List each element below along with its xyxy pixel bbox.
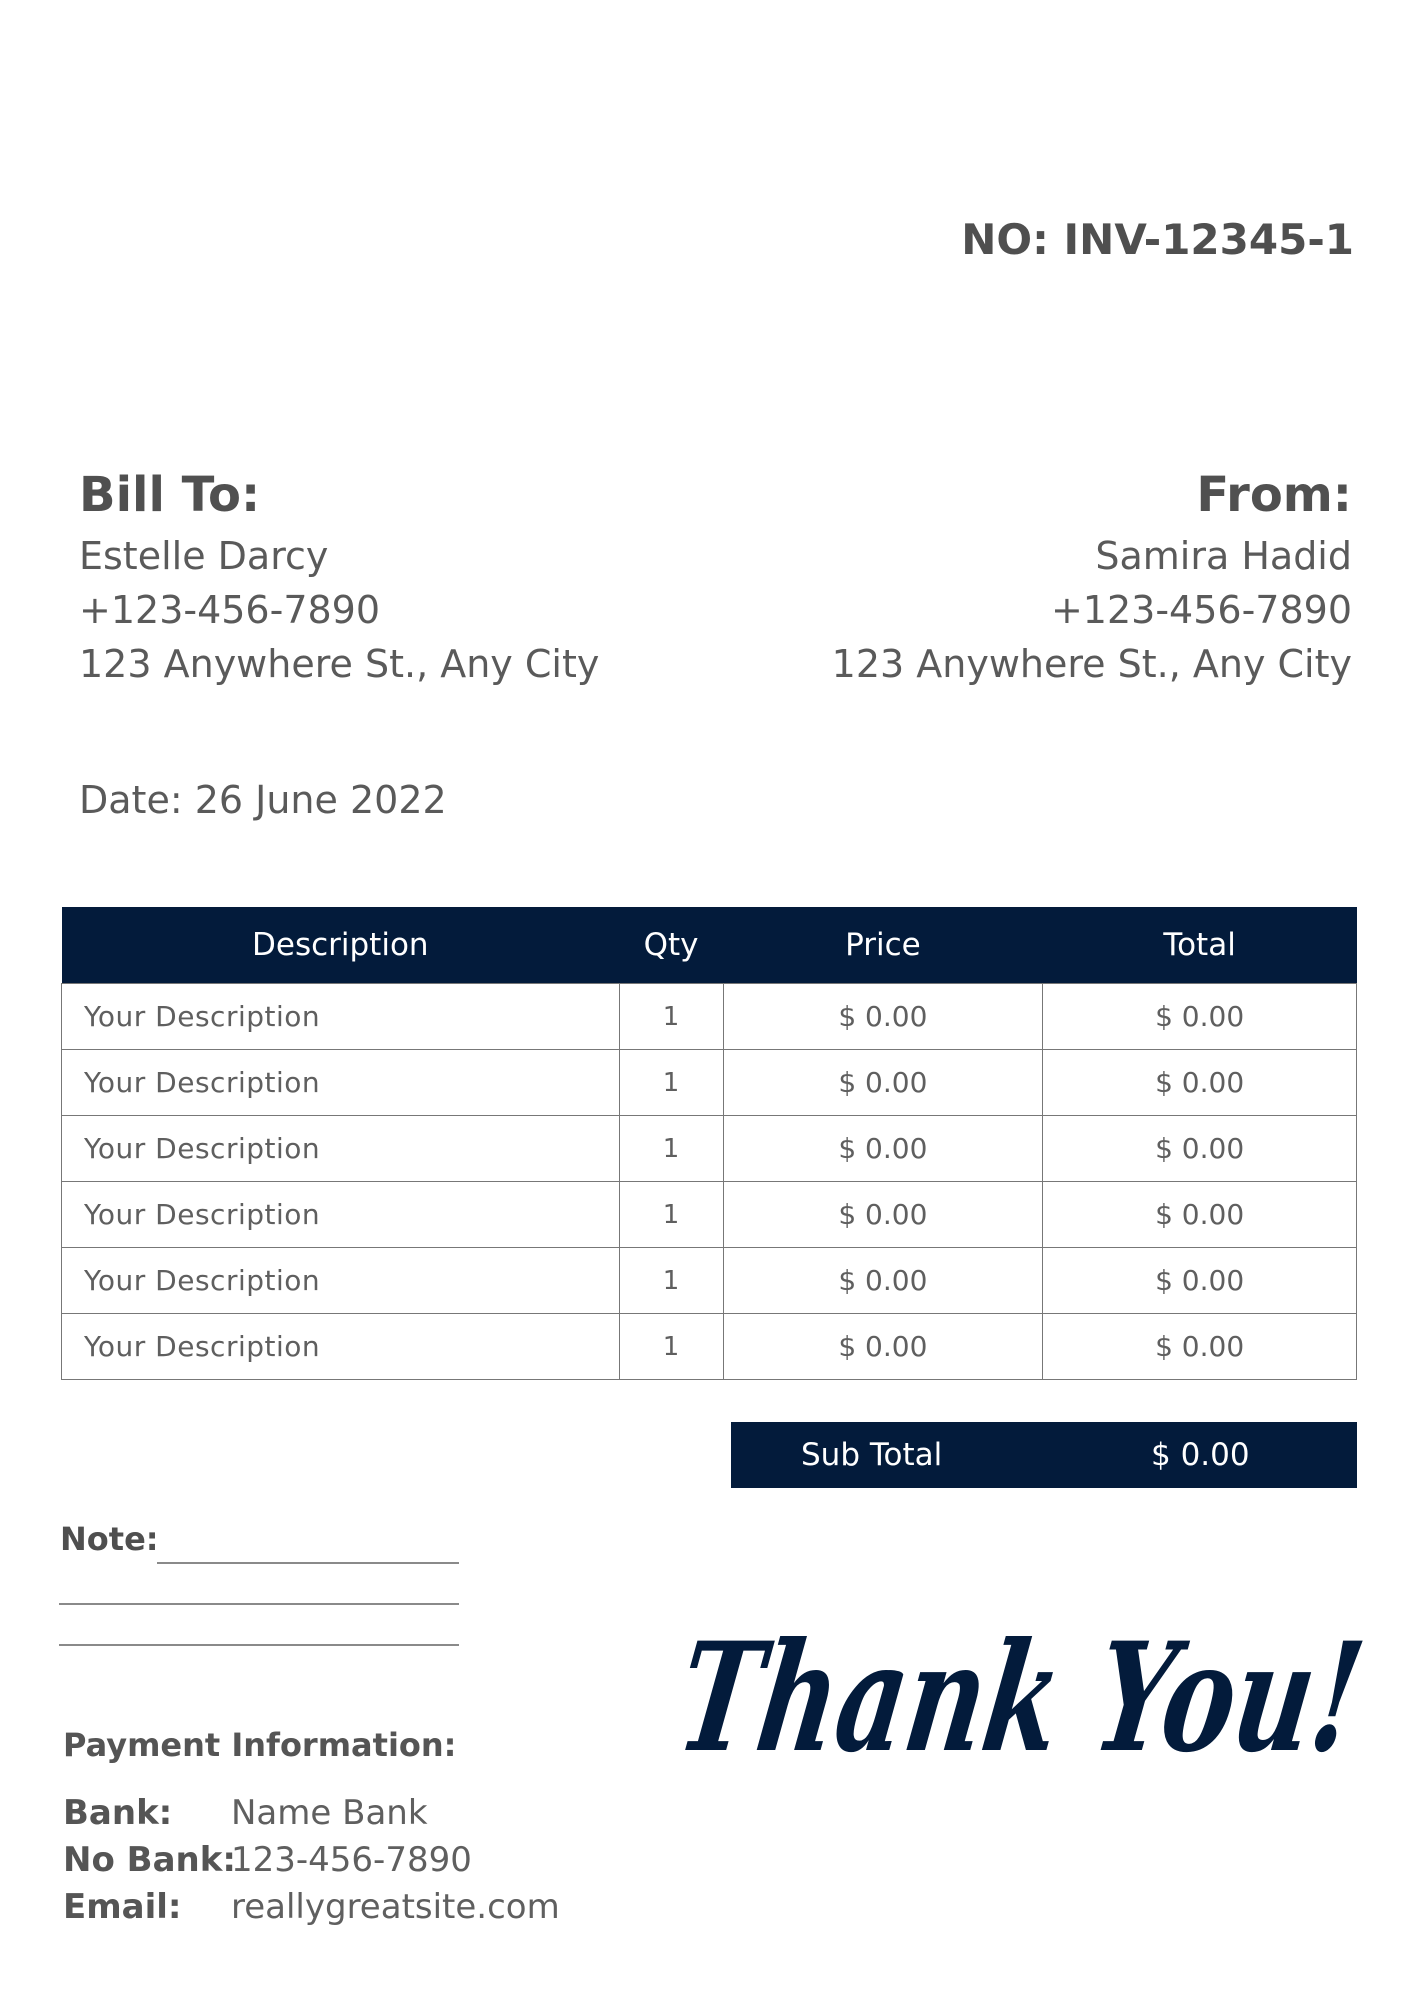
- row-qty: 1: [618, 1049, 724, 1116]
- table-row: Your Description 1 $ 0.00 $ 0.00: [61, 983, 1357, 1050]
- row-description: Your Description: [61, 1115, 620, 1182]
- payment-no-bank-row: No Bank:123-456-7890: [63, 1840, 472, 1880]
- row-description: Your Description: [61, 1247, 620, 1314]
- row-description: Your Description: [61, 1181, 620, 1248]
- note-line: [157, 1562, 459, 1564]
- row-price: $ 0.00: [722, 1181, 1044, 1248]
- note-line: [59, 1603, 459, 1605]
- from-phone: +123-456-7890: [1050, 588, 1352, 632]
- subtotal-bar: Sub Total $ 0.00: [731, 1422, 1357, 1488]
- bill-to-name: Estelle Darcy: [79, 534, 329, 578]
- note-line: [59, 1644, 459, 1646]
- row-total: $ 0.00: [1042, 1247, 1357, 1314]
- row-total: $ 0.00: [1042, 1115, 1357, 1182]
- header-description: Description: [61, 907, 620, 984]
- row-qty: 1: [618, 1313, 724, 1380]
- email-label: Email:: [63, 1887, 182, 1927]
- row-qty: 1: [618, 1115, 724, 1182]
- invoice-date: Date: 26 June 2022: [79, 778, 447, 822]
- invoice-number: NO: INV-12345-1: [961, 215, 1354, 264]
- from-heading: From:: [1196, 467, 1352, 523]
- header-price: Price: [723, 907, 1043, 984]
- bill-to-block: Bill To: Estelle Darcy +123-456-7890 123…: [79, 465, 599, 691]
- thank-you-script: Thank You!: [668, 1560, 1373, 1840]
- row-price: $ 0.00: [722, 983, 1044, 1050]
- table-row: Your Description 1 $ 0.00 $ 0.00: [61, 1181, 1357, 1248]
- payment-email-row: Email: reallygreatsite.com: [63, 1887, 560, 1927]
- no-bank-value: 123-456-7890: [231, 1840, 472, 1880]
- table-row: Your Description 1 $ 0.00 $ 0.00: [61, 1247, 1357, 1314]
- from-name: Samira Hadid: [1095, 534, 1352, 578]
- payment-bank-row: Bank: Name Bank: [63, 1793, 428, 1833]
- thank-you-text: Thank You!: [672, 1609, 1372, 1786]
- subtotal-value: $ 0.00: [1151, 1437, 1250, 1473]
- payment-info-title: Payment Information:: [63, 1726, 457, 1764]
- header-total: Total: [1042, 907, 1357, 984]
- row-total: $ 0.00: [1042, 983, 1357, 1050]
- table-row: Your Description 1 $ 0.00 $ 0.00: [61, 1115, 1357, 1182]
- subtotal-label: Sub Total: [801, 1437, 943, 1473]
- no-bank-label: No Bank:: [63, 1840, 236, 1880]
- bill-to-heading: Bill To:: [79, 467, 261, 523]
- row-qty: 1: [618, 1247, 724, 1314]
- table-header-row: Description Qty Price Total: [61, 907, 1357, 984]
- bill-to-phone: +123-456-7890: [79, 588, 381, 632]
- row-qty: 1: [618, 1181, 724, 1248]
- table-row: Your Description 1 $ 0.00 $ 0.00: [61, 1313, 1357, 1380]
- from-address: 123 Anywhere St., Any City: [831, 642, 1352, 686]
- header-qty: Qty: [619, 907, 724, 984]
- table-row: Your Description 1 $ 0.00 $ 0.00: [61, 1049, 1357, 1116]
- bank-value: Name Bank: [231, 1793, 428, 1833]
- from-block: From: Samira Hadid +123-456-7890 123 Any…: [832, 465, 1352, 691]
- note-label: Note:: [60, 1520, 159, 1558]
- bill-to-address: 123 Anywhere St., Any City: [79, 642, 600, 686]
- row-total: $ 0.00: [1042, 1049, 1357, 1116]
- row-description: Your Description: [61, 1313, 620, 1380]
- bank-label: Bank:: [63, 1793, 173, 1833]
- row-qty: 1: [618, 983, 724, 1050]
- items-table: Description Qty Price Total Your Descrip…: [61, 907, 1357, 1380]
- row-price: $ 0.00: [722, 1115, 1044, 1182]
- row-total: $ 0.00: [1042, 1181, 1357, 1248]
- row-price: $ 0.00: [722, 1313, 1044, 1380]
- row-price: $ 0.00: [722, 1049, 1044, 1116]
- row-description: Your Description: [61, 1049, 620, 1116]
- row-total: $ 0.00: [1042, 1313, 1357, 1380]
- row-price: $ 0.00: [722, 1247, 1044, 1314]
- row-description: Your Description: [61, 983, 620, 1050]
- email-value: reallygreatsite.com: [231, 1887, 560, 1927]
